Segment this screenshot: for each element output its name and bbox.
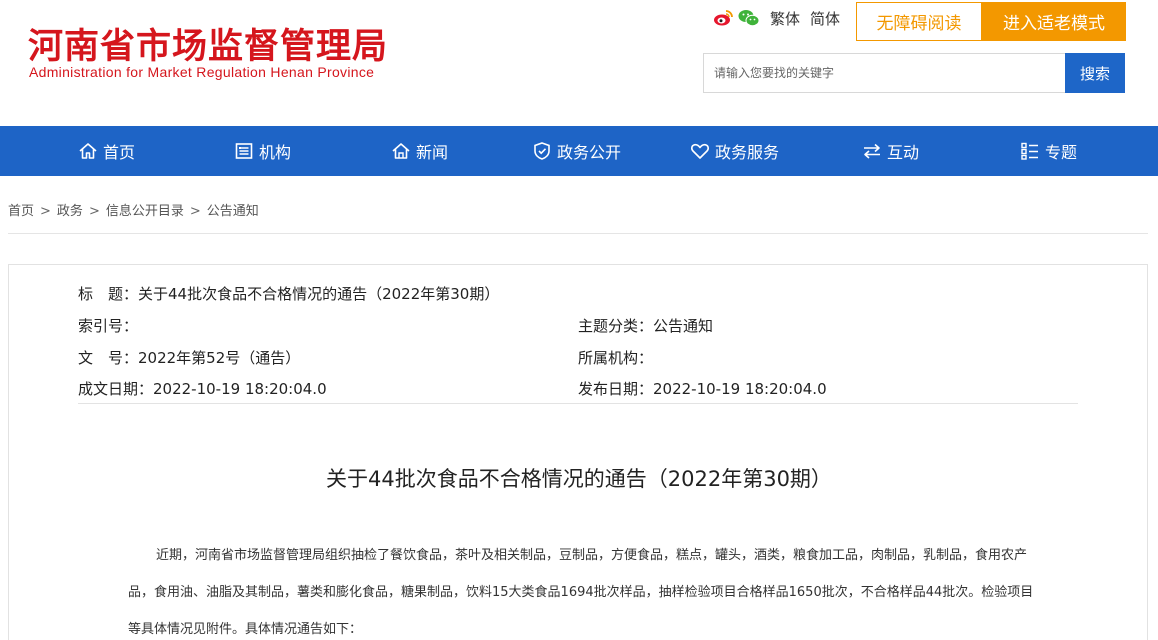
nav-label-gov-open: 政务公开 [557, 143, 622, 162]
site-header: 河南省市场监督管理局 Administration for Market Reg… [0, 0, 1158, 126]
meta-doc-no: 文 号：2022年第52号（通告） [78, 349, 301, 367]
elder-mode-button[interactable]: 进入适老模式 [982, 2, 1126, 41]
nav-label-service: 政务服务 [715, 143, 780, 162]
breadcrumb-divider [8, 233, 1148, 234]
gov-open-icon [534, 142, 550, 160]
nav-label-home: 首页 [103, 143, 136, 162]
breadcrumb-home[interactable]: 首页 [8, 204, 34, 219]
home-icon [79, 143, 97, 159]
nav-label-org: 机构 [259, 143, 292, 162]
nav-label-topic: 专题 [1045, 143, 1078, 162]
service-icon [691, 143, 709, 159]
breadcrumb-separator: > [88, 204, 100, 219]
topic-icon [1021, 142, 1038, 160]
wechat-icon[interactable] [738, 7, 760, 29]
meta-created-date: 成文日期：2022-10-19 18:20:04.0 [78, 380, 327, 398]
nav-item-interaction[interactable]: 互动 [862, 126, 919, 176]
site-logo-en[interactable]: Administration for Market Regulation Hen… [29, 64, 374, 80]
meta-agency: 所属机构： [578, 349, 654, 367]
article-title: 关于44批次食品不合格情况的通告（2022年第30期） [326, 467, 832, 491]
weibo-icon[interactable] [712, 7, 734, 29]
nav-item-org[interactable]: 机构 [234, 126, 291, 176]
site-logo-cn[interactable]: 河南省市场监督管理局 [28, 18, 388, 69]
search-button[interactable]: 搜索 [1065, 53, 1125, 93]
org-icon [235, 143, 253, 159]
main-nav: 首页 机构 新闻 政务公开 政务服务 互动 专题 [0, 126, 1158, 176]
search-input[interactable] [703, 53, 1065, 93]
article-body: 近期，河南省市场监督管理局组织抽检了餐饮食品，茶叶及相关制品，豆制品，方便食品，… [128, 548, 1034, 637]
nav-item-gov-open[interactable]: 政务公开 [532, 126, 621, 176]
lang-simplified-link[interactable]: 简体 [810, 8, 840, 29]
nav-item-topic[interactable]: 专题 [1020, 126, 1077, 176]
interaction-icon [864, 143, 880, 159]
breadcrumb-separator: > [40, 204, 51, 219]
breadcrumb: 首页 > 政务 > 信息公开目录 > 公告通知 [8, 200, 259, 219]
breadcrumb-gov[interactable]: 政务 [57, 204, 83, 219]
article-container: 标 题：关于44批次食品不合格情况的通告（2022年第30期） 索引号： 主题分… [8, 264, 1148, 640]
nav-item-home[interactable]: 首页 [78, 126, 135, 176]
meta-published-date: 发布日期：2022-10-19 18:20:04.0 [578, 380, 827, 398]
breadcrumb-separator: > [189, 204, 201, 219]
nav-label-news: 新闻 [416, 143, 449, 162]
breadcrumb-catalog[interactable]: 信息公开目录 [106, 204, 184, 219]
nav-item-news[interactable]: 新闻 [391, 126, 448, 176]
meta-index-no: 索引号： [78, 317, 139, 335]
breadcrumb-notice[interactable]: 公告通知 [207, 204, 259, 219]
meta-title: 标 题：关于44批次食品不合格情况的通告（2022年第30期） [78, 285, 500, 303]
meta-topic: 主题分类：公告通知 [578, 317, 714, 335]
accessibility-button[interactable]: 无障碍阅读 [856, 2, 982, 41]
nav-item-service[interactable]: 政务服务 [690, 126, 779, 176]
news-icon [392, 143, 410, 159]
header-tools: 繁体 简体 [712, 6, 840, 30]
lang-traditional-link[interactable]: 繁体 [770, 8, 800, 29]
meta-divider [78, 403, 1078, 404]
nav-label-interaction: 互动 [887, 143, 920, 162]
